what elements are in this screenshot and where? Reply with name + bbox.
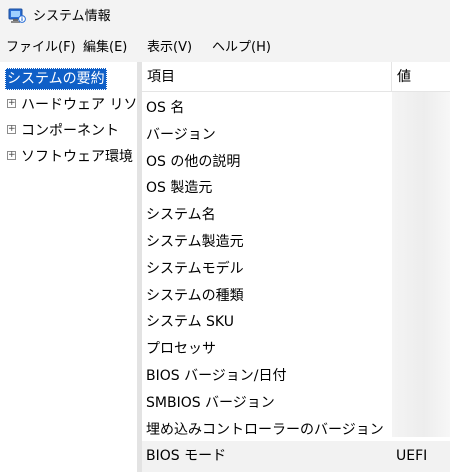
menu-edit[interactable]: 編集(E) xyxy=(83,39,127,57)
details-pane: 項目 値 OS 名 バージョン OS の他の説明 OS 製造元 システム名 シス… xyxy=(142,62,450,472)
menu-help[interactable]: ヘルプ(H) xyxy=(212,39,271,57)
menu-file[interactable]: ファイル(F) xyxy=(6,39,76,57)
row-item: システム製造元 xyxy=(146,234,244,250)
row-item: システムの種類 xyxy=(146,287,244,304)
table-row[interactable]: BIOS バージョン/日付 xyxy=(142,363,450,390)
row-item: 埋め込みコントローラーのバージョン xyxy=(146,421,384,438)
row-item: バージョン xyxy=(146,126,216,143)
row-item: システム SKU xyxy=(146,314,234,331)
expand-icon[interactable]: + xyxy=(7,99,16,108)
menu-bar: ファイル(F) 編集(E) 表示(V) ヘルプ(H) xyxy=(0,34,450,62)
row-item: システム名 xyxy=(146,207,216,224)
table-row[interactable]: バージョン xyxy=(142,122,450,149)
title-bar: システム情報 xyxy=(0,0,450,34)
row-item: OS 名 xyxy=(146,100,185,116)
row-item: OS の他の説明 xyxy=(146,153,241,170)
row-item: システムモデル xyxy=(146,260,244,277)
tree-item-system-summary[interactable]: システムの要約 xyxy=(5,68,107,90)
table-row[interactable]: SMBIOS バージョン xyxy=(142,390,450,417)
table-row[interactable]: システム SKU xyxy=(142,309,450,336)
table-row[interactable]: システム名 xyxy=(142,202,450,229)
table-row[interactable]: OS 名 xyxy=(142,95,450,122)
system-information-icon xyxy=(8,8,26,23)
table-row[interactable]: システムモデル xyxy=(142,256,450,283)
row-item: OS 製造元 xyxy=(146,180,213,197)
table-row[interactable]: OS の他の説明 xyxy=(142,149,450,176)
row-value: UEFI xyxy=(396,448,428,464)
menu-view[interactable]: 表示(V) xyxy=(147,39,192,57)
window-title: システム情報 xyxy=(33,9,111,24)
column-header-value[interactable]: 値 xyxy=(392,62,450,92)
table-row[interactable]: システム製造元 xyxy=(142,229,450,256)
row-item: BIOS モード xyxy=(146,448,227,464)
tree-item-label: ソフトウェア環境 xyxy=(21,149,133,165)
table-row[interactable]: 埋め込みコントローラーのバージョン xyxy=(142,417,450,444)
table-row[interactable]: BIOS モード UEFI xyxy=(142,441,450,472)
table-row[interactable]: システムの種類 xyxy=(142,283,450,310)
column-header-item[interactable]: 項目 xyxy=(142,62,391,92)
expand-icon[interactable]: + xyxy=(7,125,16,134)
table-row[interactable]: OS 製造元 xyxy=(142,175,450,202)
tree-item-label: コンポーネント xyxy=(21,123,119,139)
expand-icon[interactable]: + xyxy=(7,151,16,160)
row-item: SMBIOS バージョン xyxy=(146,394,275,411)
table-row[interactable]: プロセッサ xyxy=(142,336,450,363)
row-item: BIOS バージョン/日付 xyxy=(146,368,287,384)
row-item: プロセッサ xyxy=(146,341,216,358)
